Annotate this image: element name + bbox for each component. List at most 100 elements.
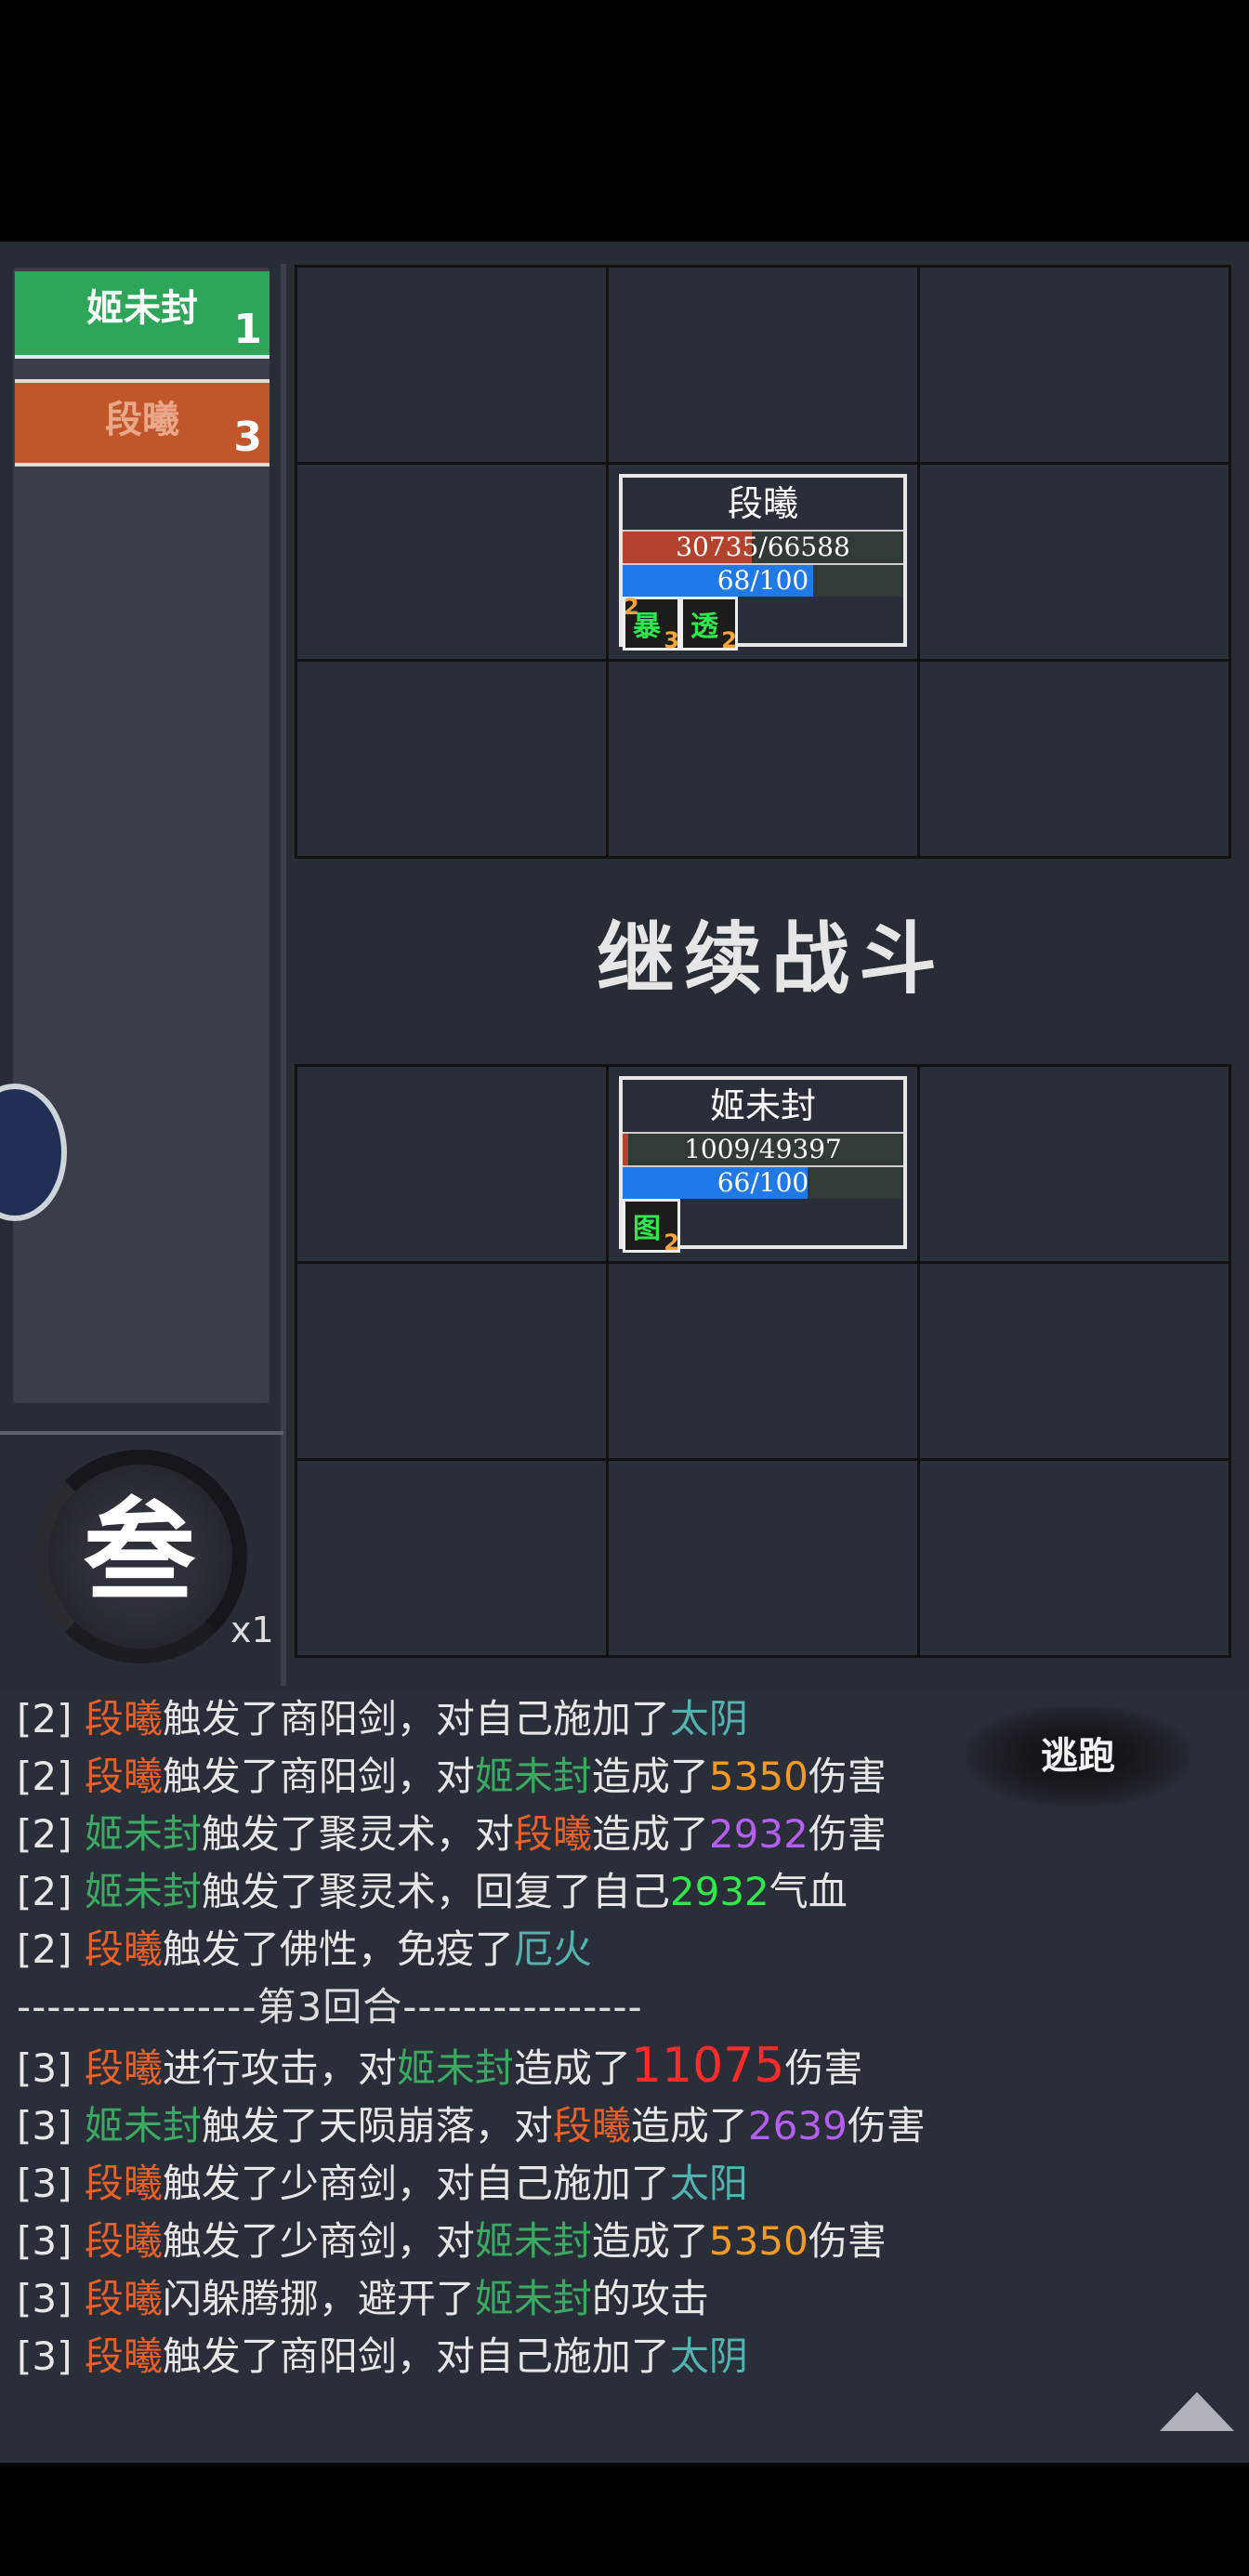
log-segment: 触发了少商剑，对自己施加了 — [162, 2161, 670, 2206]
log-segment: 2932 — [708, 1811, 809, 1857]
grid-cell[interactable] — [605, 1457, 920, 1658]
team-item-jiweifeng[interactable]: 姬未封 1 — [15, 271, 270, 359]
log-segment: 段曦 — [84, 1696, 163, 1741]
battle-log[interactable]: [2] 段曦触发了商阳剑，对自己施加了太阴 [2] 段曦触发了商阳剑，对姬未封造成… — [0, 1691, 1249, 2463]
log-segment: 触发了聚灵术，回复了自己 — [201, 1869, 670, 1914]
ally-unit-card[interactable]: 姬未封 1009/49397 66/100 图 2 — [619, 1076, 907, 1255]
log-segment: 段曦 — [84, 1754, 163, 1799]
log-line: [3] 段曦触发了少商剑，对自己施加了太阳 — [17, 2152, 748, 2209]
grid-cell[interactable] — [916, 1457, 1231, 1658]
grid-cell[interactable] — [916, 264, 1231, 465]
log-segment: 触发了商阳剑，对自己施加了 — [162, 1696, 670, 1741]
log-segment: 厄火 — [513, 1926, 592, 1972]
grid-cell[interactable] — [916, 658, 1231, 859]
log-segment: 姬未封 — [84, 1811, 202, 1857]
grid-cell[interactable] — [605, 658, 920, 859]
log-segment: 造成了 — [630, 2103, 748, 2149]
team-item-duanxi[interactable]: 段曦 3 — [15, 379, 270, 467]
log-segment: 触发了天陨崩落，对 — [201, 2103, 553, 2149]
grid-cell[interactable] — [294, 658, 609, 859]
log-segment: 段曦 — [84, 2218, 163, 2264]
log-segment: 触发了佛性，免疫了 — [162, 1926, 514, 1972]
grid-cell[interactable] — [916, 1063, 1231, 1264]
log-segment: 段曦 — [513, 1811, 592, 1857]
log-segment: [3] — [17, 2276, 85, 2321]
log-segment: 段曦 — [84, 2161, 163, 2206]
log-segment: [2] — [17, 1754, 85, 1799]
log-segment: 姬未封 — [396, 2045, 514, 2091]
buff-stack-right: 2 — [664, 1229, 679, 1255]
buff-touji-icon[interactable]: 透 2 — [680, 597, 738, 653]
team-item-count: 1 — [233, 306, 262, 353]
hp-bar: 30735/66588 — [623, 530, 903, 563]
log-segment: 5350 — [708, 2218, 809, 2264]
panel-divider — [281, 264, 286, 1686]
log-segment: 太阳 — [669, 2161, 748, 2206]
log-segment: 触发了聚灵术，对 — [201, 1811, 514, 1857]
log-segment: 2932 — [669, 1869, 769, 1914]
log-segment: 5350 — [708, 1754, 809, 1799]
log-segment: 太阴 — [669, 2333, 748, 2379]
log-segment: 段曦 — [84, 2333, 163, 2379]
grid-cell[interactable] — [605, 1260, 920, 1461]
log-segment: 造成了 — [591, 2218, 709, 2264]
log-segment: 段曦 — [84, 1926, 163, 1972]
log-segment: ----------------第3回合---------------- — [17, 1984, 643, 2030]
log-segment: 姬未封 — [474, 1754, 592, 1799]
log-segment: 太阴 — [669, 1696, 748, 1741]
grid-cell[interactable] — [605, 264, 920, 465]
log-segment: [2] — [17, 1811, 85, 1857]
buff-baoji-icon[interactable]: 2 暴 3 — [623, 594, 680, 653]
log-line: ----------------第3回合---------------- — [17, 1976, 643, 2032]
log-segment: [2] — [17, 1696, 85, 1741]
log-segment: 伤害 — [847, 2103, 926, 2149]
grid-cell[interactable] — [916, 1260, 1231, 1461]
mp-bar: 66/100 — [623, 1165, 903, 1199]
buff-tu-icon[interactable]: 图 2 — [623, 1199, 680, 1255]
sidebar-divider — [0, 1431, 283, 1435]
log-line: [2] 段曦触发了佛性，免疫了厄火 — [17, 1918, 592, 1975]
log-line: [3] 段曦进行攻击，对姬未封造成了11075伤害 — [17, 2037, 862, 2094]
log-segment: 伤害 — [808, 2218, 887, 2264]
grid-cell[interactable] — [294, 1457, 609, 1658]
log-segment: [2] — [17, 1869, 85, 1914]
mp-text: 66/100 — [717, 1167, 809, 1198]
buff-glyph: 暴 — [633, 611, 661, 643]
log-segment: 触发了商阳剑，对自己施加了 — [162, 2333, 670, 2379]
speed-toggle[interactable]: x1 — [230, 1610, 274, 1650]
log-segment: 造成了 — [591, 1754, 709, 1799]
log-segment: 姬未封 — [84, 2103, 202, 2149]
log-segment: 段曦 — [84, 2276, 163, 2321]
unit-name: 姬未封 — [709, 1085, 816, 1126]
log-segment: 伤害 — [808, 1811, 887, 1857]
log-segment: 进行攻击，对 — [162, 2045, 397, 2091]
log-segment: 11075 — [630, 2038, 785, 2094]
log-line: [2] 姬未封触发了聚灵术，回复了自己2932气血 — [17, 1860, 848, 1917]
log-segment: 伤害 — [808, 1754, 887, 1799]
grid-cell[interactable] — [294, 1063, 609, 1264]
log-line: [2] 段曦触发了商阳剑，对姬未封造成了5350伤害 — [17, 1745, 887, 1802]
log-segment: [3] — [17, 2218, 85, 2264]
team-item-name: 姬未封 — [86, 287, 198, 330]
flee-button[interactable]: 逃跑 — [966, 1706, 1190, 1807]
game-screen: { "team_list": [ {"name": "姬未封", "count"… — [0, 0, 1249, 2576]
log-segment: 的攻击 — [591, 2276, 709, 2321]
enemy-unit-card[interactable]: 段曦 30735/66588 68/100 2 暴 3 透 2 — [619, 474, 907, 653]
log-segment: [3] — [17, 2103, 85, 2149]
team-item-count: 3 — [233, 414, 262, 461]
triangle-up-icon[interactable] — [1158, 2390, 1236, 2433]
grid-cell[interactable] — [294, 264, 609, 465]
log-segment: 触发了少商剑，对 — [162, 2218, 475, 2264]
grid-cell[interactable] — [916, 461, 1231, 662]
log-segment: 闪躲腾挪，避开了 — [162, 2276, 475, 2321]
log-segment: 姬未封 — [84, 1869, 202, 1914]
grid-cell[interactable] — [294, 1260, 609, 1461]
grid-cell[interactable] — [294, 461, 609, 662]
log-segment: 伤害 — [784, 2045, 863, 2091]
log-segment: 气血 — [769, 1869, 848, 1914]
continue-battle-button[interactable]: 继续战斗 — [558, 903, 985, 1015]
buff-stack-right: 3 — [664, 627, 679, 653]
hp-bar: 1009/49397 — [623, 1132, 903, 1165]
unit-name: 段曦 — [727, 483, 798, 524]
log-line: [3] 姬未封触发了天陨崩落，对段曦造成了2639伤害 — [17, 2095, 926, 2151]
